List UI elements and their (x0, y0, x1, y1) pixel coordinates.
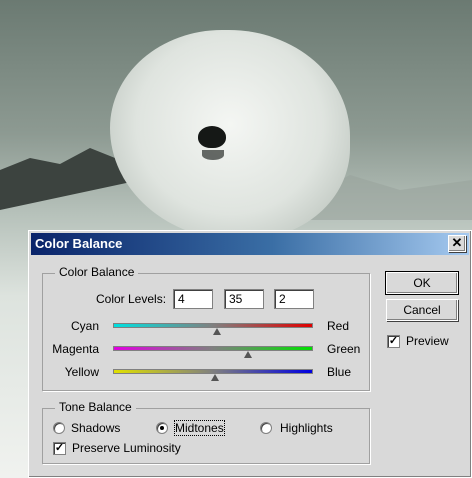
tone-balance-group: Tone Balance (42, 400, 370, 464)
check-icon: ✓ (54, 442, 65, 454)
magenta-green-track[interactable] (113, 346, 313, 351)
cyan-red-level-input[interactable] (173, 289, 213, 309)
ok-button[interactable]: OK (385, 271, 459, 295)
dialog-title: Color Balance (35, 236, 123, 251)
yellow-blue-slider: Yellow Blue (29, 362, 352, 382)
highlights-label[interactable]: Highlights (280, 421, 333, 435)
close-icon: ✕ (451, 235, 463, 250)
color-balance-dialog: Color Balance ✕ Color Balance Color Leve… (28, 230, 472, 478)
preview-label[interactable]: Preview (406, 334, 449, 348)
red-label: Red (327, 319, 350, 333)
green-label: Green (327, 342, 361, 356)
shadows-label[interactable]: Shadows (71, 421, 120, 435)
cancel-button[interactable]: Cancel (386, 299, 458, 321)
preserve-luminosity-checkbox[interactable]: ✓ (53, 442, 66, 455)
dialog-titlebar[interactable]: Color Balance ✕ (31, 233, 469, 255)
shadows-radio[interactable] (53, 422, 65, 434)
preserve-luminosity-label[interactable]: Preserve Luminosity (72, 441, 181, 455)
magenta-green-thumb[interactable] (244, 351, 252, 358)
dog-nose (198, 126, 226, 148)
color-levels-label: Color Levels: (96, 292, 167, 306)
preview-checkbox[interactable]: ✓ (387, 335, 400, 348)
magenta-green-slider: Magenta Green (29, 339, 360, 359)
radio-selected-dot (160, 426, 164, 430)
highlights-radio[interactable] (260, 422, 272, 434)
magenta-green-level-input[interactable] (224, 289, 264, 309)
cyan-label: Cyan (70, 319, 99, 333)
yellow-label: Yellow (64, 365, 99, 379)
midtones-label[interactable]: Midtones (174, 420, 225, 436)
yellow-blue-thumb[interactable] (211, 374, 219, 381)
cyan-red-slider: Cyan Red (29, 316, 349, 336)
blue-label: Blue (327, 365, 352, 379)
magenta-label: Magenta (52, 342, 99, 356)
close-button[interactable]: ✕ (448, 235, 466, 252)
midtones-radio[interactable] (156, 422, 168, 434)
cyan-red-thumb[interactable] (213, 328, 221, 335)
tone-balance-legend: Tone Balance (55, 400, 136, 414)
check-icon: ✓ (388, 335, 399, 347)
yellow-blue-level-input[interactable] (274, 289, 314, 309)
dog-mouth (202, 150, 224, 160)
color-balance-legend: Color Balance (55, 265, 139, 279)
